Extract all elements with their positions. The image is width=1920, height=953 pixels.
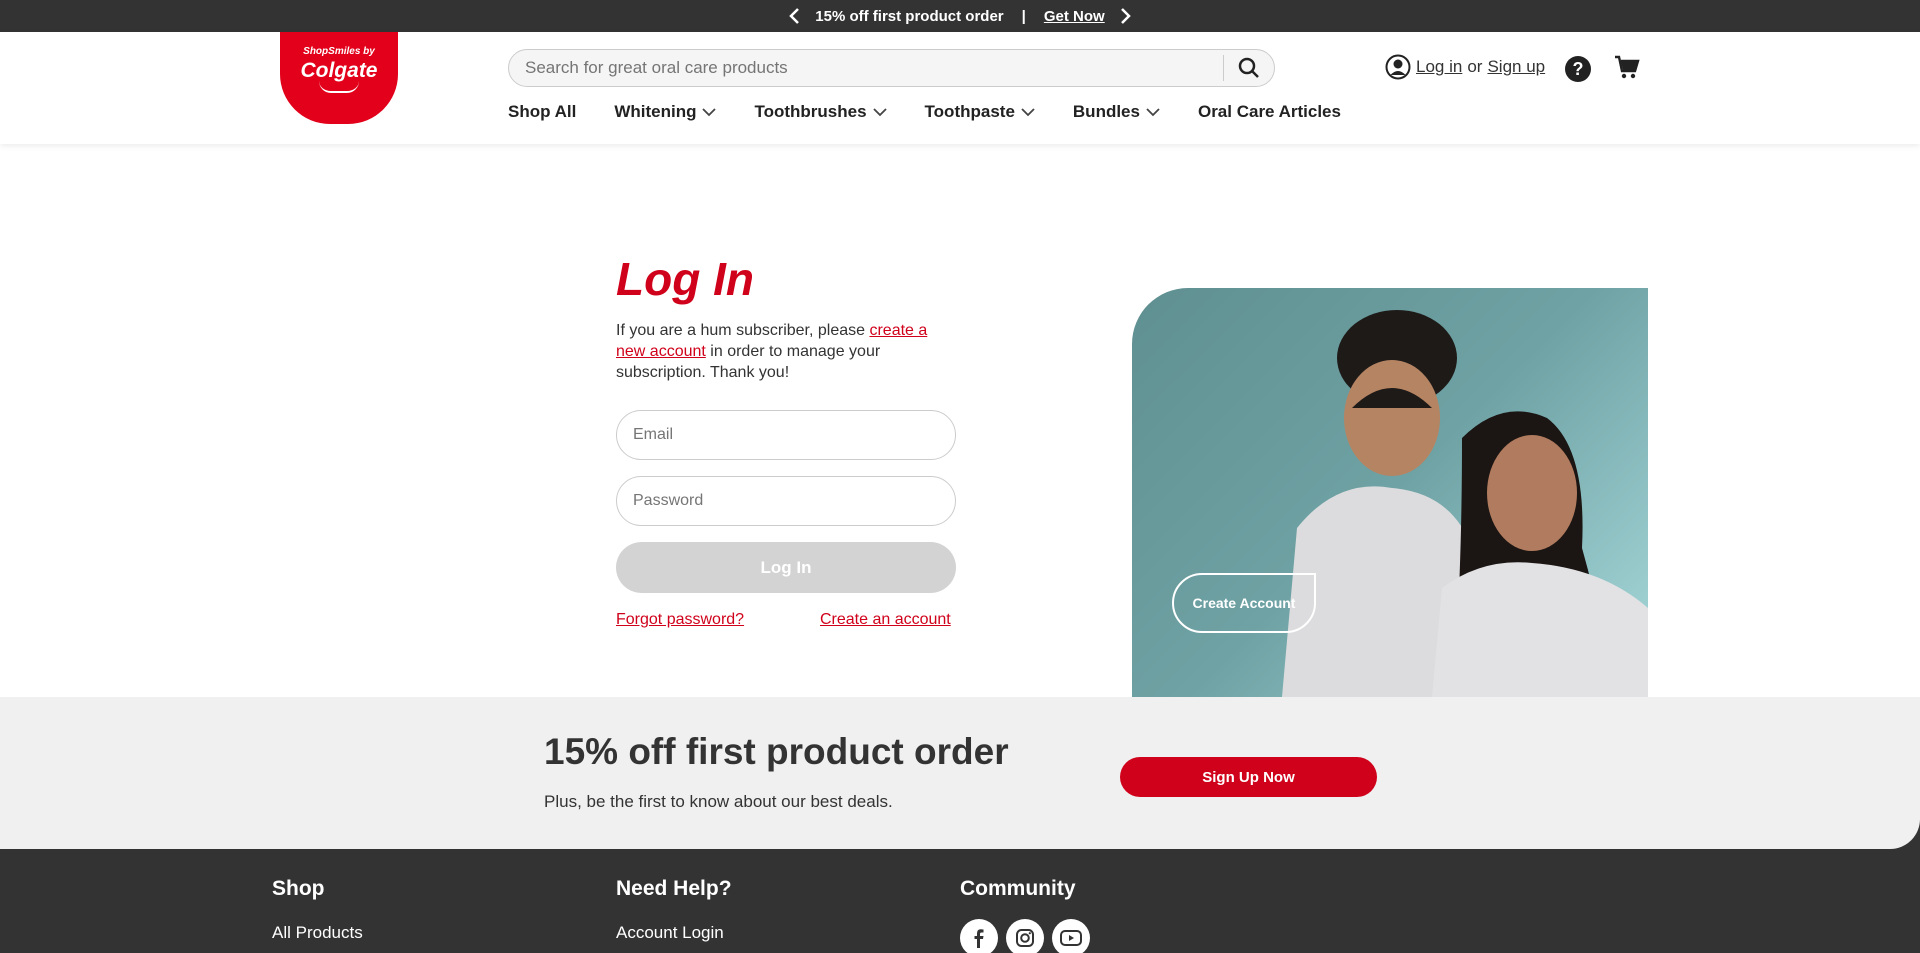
nav-label: Toothpaste — [924, 102, 1015, 121]
banner-subtitle: Plus, be the first to know about our bes… — [544, 792, 893, 811]
footer-shop-heading: Shop — [272, 877, 325, 900]
promo-text: 15% off first product order — [815, 7, 1004, 25]
help-icon[interactable]: ? — [1565, 56, 1591, 82]
instagram-icon[interactable] — [1006, 919, 1044, 953]
login-title: Log In — [616, 253, 754, 305]
nav-toothpaste[interactable]: Toothpaste — [925, 102, 1035, 122]
nav-whitening[interactable]: Whitening — [614, 102, 717, 122]
footer-help-column: Need Help? Account Login — [616, 877, 732, 943]
social-links — [960, 919, 1090, 953]
search-bar — [508, 49, 1275, 87]
forgot-password-link[interactable]: Forgot password? — [616, 611, 744, 629]
account-links: Log in or Sign up — [1385, 54, 1545, 80]
chevron-down-icon — [1021, 108, 1035, 117]
logo-tagline: ShopSmiles by — [303, 46, 375, 57]
hero-image: Create Account — [1132, 288, 1648, 697]
chevron-left-icon[interactable] — [785, 7, 803, 25]
chevron-down-icon — [702, 108, 717, 117]
login-note-text: If you are a hum subscriber, please — [616, 322, 870, 339]
login-button[interactable]: Log In — [616, 542, 956, 593]
cart-icon[interactable] — [1614, 54, 1640, 85]
nav-label: Toothbrushes — [754, 102, 867, 121]
sign-up-now-button[interactable]: Sign Up Now — [1120, 757, 1377, 797]
chevron-down-icon — [872, 108, 887, 117]
banner-title: 15% off first product order — [544, 731, 1009, 772]
search-button[interactable] — [1224, 50, 1274, 86]
nav-oral-care-articles[interactable]: Oral Care Articles — [1198, 102, 1341, 122]
chevron-right-icon[interactable] — [1117, 7, 1135, 25]
nav-shop-all[interactable]: Shop All — [508, 102, 576, 122]
main-nav: Shop All Whitening Toothbrushes Toothpas… — [508, 102, 1379, 122]
chevron-down-icon — [1146, 108, 1160, 117]
footer-shop-column: Shop All Products — [272, 877, 363, 943]
user-icon — [1385, 54, 1411, 80]
facebook-icon[interactable] — [960, 919, 998, 953]
promo-banner: 15% off first product order Plus, be the… — [0, 697, 1920, 849]
hero-create-account-button[interactable]: Create Account — [1172, 573, 1316, 633]
logo-brand: Colgate — [300, 59, 378, 82]
footer-all-products-link[interactable]: All Products — [272, 923, 363, 943]
search-input[interactable] — [509, 58, 1223, 78]
account-or-text: or — [1467, 57, 1483, 76]
site-header: ShopSmiles by Colgate Log in or Sign up … — [0, 32, 1920, 144]
nav-toothbrushes[interactable]: Toothbrushes — [754, 102, 887, 122]
password-field[interactable] — [616, 476, 956, 526]
search-icon — [1238, 57, 1259, 78]
promo-get-now-link[interactable]: Get Now — [1044, 8, 1105, 25]
nav-label: Oral Care Articles — [1197, 102, 1341, 121]
hero-people-illustration — [1282, 310, 1648, 697]
nav-label: Shop All — [508, 102, 577, 121]
site-footer: Shop All Products Need Help? Account Log… — [0, 849, 1920, 953]
footer-account-login-link[interactable]: Account Login — [616, 923, 732, 943]
signup-link[interactable]: Sign up — [1487, 57, 1545, 77]
promo-separator: | — [1021, 7, 1026, 25]
youtube-icon[interactable] — [1052, 919, 1090, 953]
promo-bar: 15% off first product order | Get Now — [0, 0, 1920, 32]
footer-community-column: Community — [960, 877, 1090, 953]
email-field[interactable] — [616, 410, 956, 460]
nav-label: Bundles — [1072, 102, 1140, 121]
colgate-logo[interactable]: ShopSmiles by Colgate — [280, 32, 398, 124]
login-note: If you are a hum subscriber, please crea… — [616, 320, 956, 383]
create-account-link[interactable]: Create an account — [820, 611, 951, 629]
nav-bundles[interactable]: Bundles — [1073, 102, 1160, 122]
footer-help-heading: Need Help? — [616, 877, 732, 900]
login-link[interactable]: Log in — [1416, 57, 1462, 77]
nav-label: Whitening — [614, 102, 697, 121]
footer-community-heading: Community — [960, 877, 1076, 900]
